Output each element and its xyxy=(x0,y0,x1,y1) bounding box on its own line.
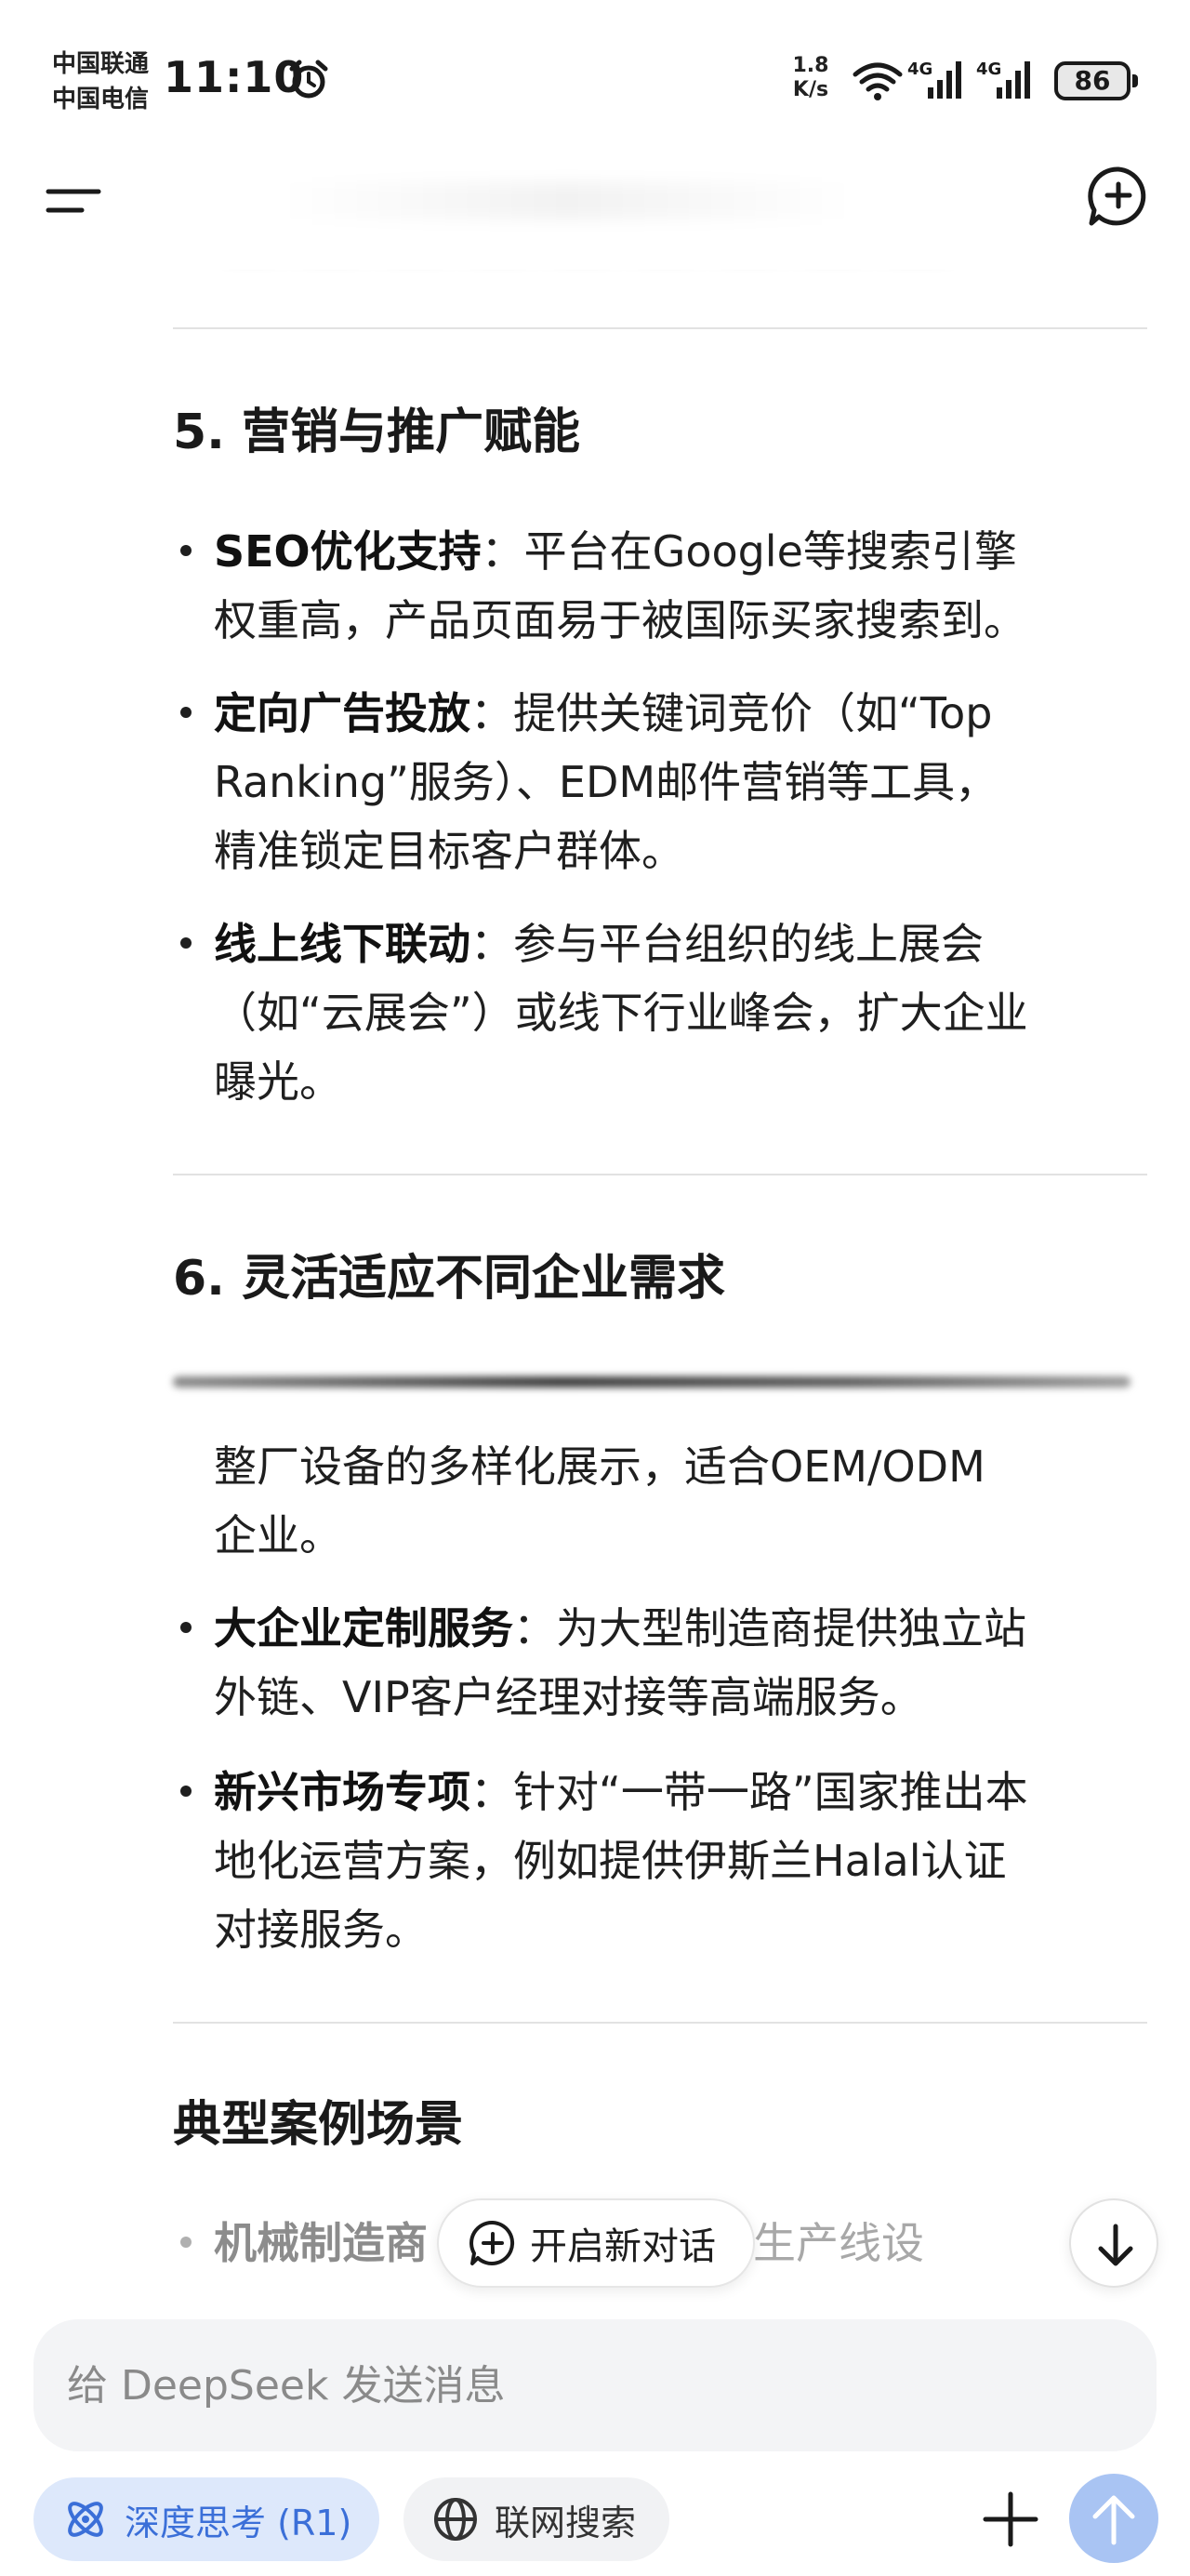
list-item-text: 外链、VIP客户经理对接等高端服务。 xyxy=(214,1672,923,1722)
continued-text: 整厂设备的多样化展示，适合OEM/ODM 企业。 xyxy=(214,1432,1158,1570)
network-speed: 1.8 K/s xyxy=(783,54,839,102)
list-item: SEO优化支持：平台在Google等搜索引擎 权重高，产品页面易于被国际买家搜索… xyxy=(173,517,1158,655)
list-item-text: （如“云展会”）或线下行业峰会，扩大企业 xyxy=(214,988,1028,1038)
section-5-heading: 5. 营销与推广赋能 xyxy=(173,405,581,460)
network-speed-value: 1.8 xyxy=(792,54,829,77)
section-divider xyxy=(173,1174,1147,1175)
scroll-to-bottom-button[interactable] xyxy=(1069,2198,1158,2288)
bullet-dot xyxy=(180,937,192,949)
send-button[interactable] xyxy=(1069,2474,1158,2563)
list-item-bold: 定向广告投放 xyxy=(214,688,470,738)
network-speed-unit: K/s xyxy=(792,78,829,101)
list-item-text: ：参与平台组织的线上展会 xyxy=(470,919,984,969)
list-item-text: Ranking”服务）、EDM邮件营销等工具， xyxy=(214,757,998,807)
list-item-text: 权重高，产品页面易于被国际买家搜索到。 xyxy=(214,595,1026,645)
new-chat-icon[interactable] xyxy=(1086,164,1151,229)
list-item-text: 地化运营方案，例如提供伊斯兰Halal认证 xyxy=(214,1836,1007,1886)
continued-text-line: 整厂设备的多样化展示，适合OEM/ODM xyxy=(214,1441,985,1492)
carrier-labels: 中国联通 中国电信 xyxy=(52,46,149,117)
bullet-dot xyxy=(180,1622,192,1633)
list-item: 新兴市场专项：针对“一带一路”国家推出本 地化运营方案，例如提供伊斯兰Halal… xyxy=(173,1758,1158,1964)
top-bar xyxy=(0,149,1190,270)
list-item-bold: 线上线下联动 xyxy=(214,919,470,969)
list-item: 定向广告投放：提供关键词竞价（如“Top Ranking”服务）、EDM邮件营销… xyxy=(173,679,1158,885)
list-item-bold: 机械制造商 xyxy=(214,2218,428,2268)
bullet-dot xyxy=(180,707,192,718)
web-search-toggle[interactable]: 联网搜索 xyxy=(403,2477,669,2561)
carrier-2: 中国电信 xyxy=(52,86,150,113)
signal-2-label: 4G xyxy=(976,60,1001,79)
list-item-text: ：提供关键词竞价（如“Top xyxy=(470,688,993,738)
atom-icon xyxy=(68,2502,103,2537)
bullet-dot xyxy=(180,545,192,556)
faded-title-ghost xyxy=(279,182,855,219)
bullet-dot xyxy=(180,1786,192,1797)
deep-think-toggle[interactable]: 深度思考 (R1) xyxy=(33,2477,379,2561)
list-item-bold: SEO优化支持 xyxy=(214,526,482,577)
continued-text-line: 企业。 xyxy=(214,1510,342,1560)
new-chat-icon xyxy=(469,2220,515,2265)
plus-icon[interactable] xyxy=(971,2479,1051,2559)
bullet-dot xyxy=(180,2237,192,2248)
list-item-text: 精准锁定目标客户群体。 xyxy=(214,826,684,876)
signal-2-icon: 4G xyxy=(976,60,1030,99)
alarm-icon xyxy=(289,60,328,99)
list-item-text: 对接服务。 xyxy=(214,1905,428,1955)
motion-blurred-text xyxy=(173,1376,1130,1388)
message-input[interactable] xyxy=(33,2319,1157,2451)
list-item-text: ：平台在Google等搜索引擎 xyxy=(481,526,1017,577)
arrow-up-icon xyxy=(1092,2495,1135,2545)
list-item-bold: 大企业定制服务 xyxy=(214,1603,513,1653)
menu-icon[interactable] xyxy=(45,173,104,229)
signal-1-label: 4G xyxy=(907,60,932,79)
web-search-label: 联网搜索 xyxy=(495,2502,637,2543)
globe-icon xyxy=(434,2498,477,2541)
section-6-heading: 6. 灵活适应不同企业需求 xyxy=(173,1251,726,1307)
list-item: 线上线下联动：参与平台组织的线上展会 （如“云展会”）或线下行业峰会，扩大企业 … xyxy=(173,910,1158,1116)
arrow-down-icon xyxy=(1098,2224,1133,2266)
new-chat-label: 开启新对话 xyxy=(530,2225,716,2268)
list-item-bold: 新兴市场专项 xyxy=(214,1767,470,1817)
list-item-text: 曝光。 xyxy=(214,1056,342,1107)
list-item-text: ：为大型制造商提供独立站 xyxy=(513,1603,1026,1653)
carrier-1: 中国联通 xyxy=(52,50,150,78)
list-item: 大企业定制服务：为大型制造商提供独立站 外链、VIP客户经理对接等高端服务。 xyxy=(173,1594,1158,1732)
wifi-icon xyxy=(853,62,903,100)
battery-indicator: 86 xyxy=(1054,61,1138,100)
section-divider xyxy=(173,2022,1147,2024)
new-chat-button[interactable]: 开启新对话 xyxy=(437,2198,755,2288)
signal-1-icon: 4G xyxy=(907,60,961,99)
chat-message-content: 5. 营销与推广赋能 SEO优化支持：平台在Google等搜索引擎 权重高，产品… xyxy=(0,232,1190,2278)
status-time: 11:10 xyxy=(164,52,305,102)
status-bar: 中国联通 中国电信 11:10 1.8 K/s 4G 4G 86 xyxy=(0,0,1190,149)
deep-think-label: 深度思考 (R1) xyxy=(125,2502,352,2543)
list-item-text: ：针对“一带一路”国家推出本 xyxy=(470,1767,1028,1817)
cases-heading: 典型案例场景 xyxy=(173,2097,464,2153)
section-divider xyxy=(173,327,1147,329)
